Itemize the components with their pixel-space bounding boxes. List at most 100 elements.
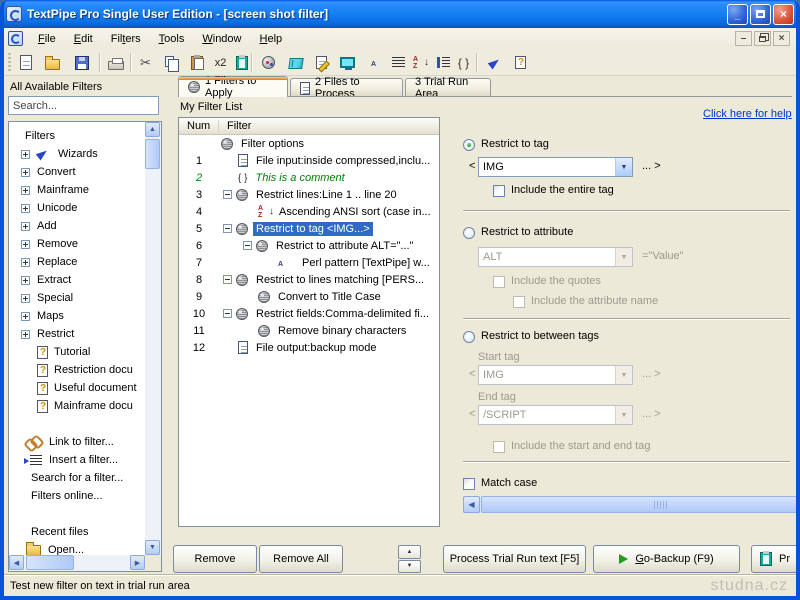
tree-item-mainframe-doc[interactable]: Mainframe docu [9,397,145,415]
filter-row[interactable]: 11 Remove binary characters [179,322,439,339]
replace-button[interactable] [362,51,385,74]
tree-root-filters[interactable]: Filters [9,127,145,145]
save-button[interactable] [70,51,93,74]
tree-item-convert[interactable]: Convert [9,163,145,181]
scrollbar-thumb[interactable] [26,555,74,570]
expand-plus-icon[interactable] [21,186,30,195]
filter-row-options[interactable]: Filter options [179,135,439,152]
filter-row[interactable]: 3 Restrict lines:Line 1 .. line 20 [179,186,439,203]
tree-item-unicode[interactable]: Unicode [9,199,145,217]
start-tag-combobox[interactable]: IMG ▼ [478,365,633,385]
copy-button[interactable] [159,51,182,74]
print-button[interactable] [104,51,127,74]
menu-file[interactable]: File [29,30,65,48]
tree-item-extract[interactable]: Extract [9,271,145,289]
filter-row[interactable]: 9 Convert to Title Case [179,288,439,305]
wizards-button[interactable] [483,51,506,74]
tree-item-remove[interactable]: Remove [9,235,145,253]
open-button[interactable] [41,51,64,74]
tag-combobox[interactable]: IMG ▼ [478,157,633,177]
sort-az-button[interactable] [408,51,431,74]
tree-item-maps[interactable]: Maps [9,307,145,325]
duplicate-button[interactable] [209,51,232,74]
sort-lines-button[interactable] [387,51,410,74]
scroll-left-icon[interactable]: ◀ [9,555,24,570]
edit-filter-button[interactable] [310,51,333,74]
expand-plus-icon[interactable] [21,276,30,285]
minimize-button[interactable]: _ [727,4,748,25]
filter-row-comment[interactable]: 2 This is a comment [179,169,439,186]
tree-vertical-scrollbar[interactable]: ▲ ▼ [145,122,161,555]
end-tag-combobox[interactable]: /SCRIPT ▼ [478,405,633,425]
toolbar-grip[interactable] [8,53,11,72]
restrict-between-tags-radio[interactable] [463,331,475,343]
scrollbar-thumb[interactable] [145,139,160,169]
tree-item-special[interactable]: Special [9,289,145,307]
paste-button[interactable] [185,51,208,74]
tab-files-to-process[interactable]: 2 Files to Process [290,78,403,97]
filter-row[interactable]: 12 File output:backup mode [179,339,439,356]
tree-item-tutorial[interactable]: Tutorial [9,343,145,361]
collapse-minus-icon[interactable] [223,224,232,233]
filter-row[interactable]: 4 Ascending ANSI sort (case in... [179,203,439,220]
remove-button[interactable]: Remove [173,545,257,573]
tab-trial-run-area[interactable]: 3 Trial Run Area [405,78,491,97]
tree-item-mainframe[interactable]: Mainframe [9,181,145,199]
move-down-icon[interactable]: ▼ [398,560,421,574]
link-to-filter[interactable]: Link to filter... [9,433,145,451]
comment-button[interactable] [452,51,475,74]
menu-help[interactable]: Help [251,30,292,48]
mdi-close-button[interactable]: × [773,31,790,46]
help-button[interactable] [509,51,532,74]
trial-run-button[interactable] [336,51,359,74]
scroll-left-icon[interactable]: ◀ [463,496,480,513]
expand-plus-icon[interactable] [21,258,30,267]
expand-plus-icon[interactable] [21,168,30,177]
new-document-button[interactable] [14,51,37,74]
clipboard-button[interactable] [230,51,253,74]
filter-row[interactable]: 8 Restrict to lines matching [PERS... [179,271,439,288]
move-up-icon[interactable]: ▲ [398,545,421,559]
expand-plus-icon[interactable] [21,294,30,303]
menu-window[interactable]: Window [193,30,250,48]
expand-plus-icon[interactable] [21,240,30,249]
open-recent[interactable]: Open... [9,541,145,555]
tree-horizontal-scrollbar[interactable]: ◀ ▶ [9,555,145,571]
expand-plus-icon[interactable] [21,330,30,339]
process-trial-run-button[interactable]: Process Trial Run text [F5] [443,545,586,573]
mdi-minimize-button[interactable]: – [735,31,752,46]
tree-item-restrict[interactable]: Restrict [9,325,145,343]
maximize-button[interactable] [750,4,771,25]
tree-item-add[interactable]: Add [9,217,145,235]
mdi-restore-button[interactable] [754,31,771,46]
process-files-button[interactable]: Pr [751,545,800,573]
collapse-minus-icon[interactable] [223,275,232,284]
filter-row[interactable]: 1 File input:inside compressed,inclu... [179,152,439,169]
go-backup-button[interactable]: Go-Backup (F9) [593,545,740,573]
scroll-down-icon[interactable]: ▼ [145,540,160,555]
options-horizontal-scrollbar[interactable]: ◀ [463,496,800,513]
menu-filters[interactable]: Filters [102,30,150,48]
tree-item-restriction-doc[interactable]: Restriction docu [9,361,145,379]
help-link[interactable]: Click here for help [703,108,792,120]
collapse-minus-icon[interactable] [223,190,232,199]
filter-options-button[interactable] [257,51,280,74]
filter-row[interactable]: 7 Perl pattern [TextPipe] w... [179,254,439,271]
tree-item-replace[interactable]: Replace [9,253,145,271]
search-for-filter[interactable]: Search for a filter... [9,469,145,487]
document-system-icon[interactable] [8,31,23,46]
tree-item-wizards[interactable]: Wizards [9,145,145,163]
tree-item-useful-doc[interactable]: Useful document [9,379,145,397]
filter-row[interactable]: 6 Restrict to attribute ALT="..." [179,237,439,254]
filter-row-selected[interactable]: 5 Restrict to tag <IMG...> [179,220,439,237]
insert-a-filter[interactable]: Insert a filter... [9,451,145,469]
column-num[interactable]: Num [179,120,219,132]
close-button[interactable]: × [773,4,794,25]
scrollbar-thumb[interactable] [481,496,800,513]
cut-button[interactable] [134,51,157,74]
collapse-minus-icon[interactable] [243,241,252,250]
expand-plus-icon[interactable] [21,222,30,231]
attribute-combobox[interactable]: ALT ▼ [478,247,633,267]
menu-edit[interactable]: Edit [65,30,102,48]
include-entire-tag-checkbox[interactable] [493,185,505,197]
